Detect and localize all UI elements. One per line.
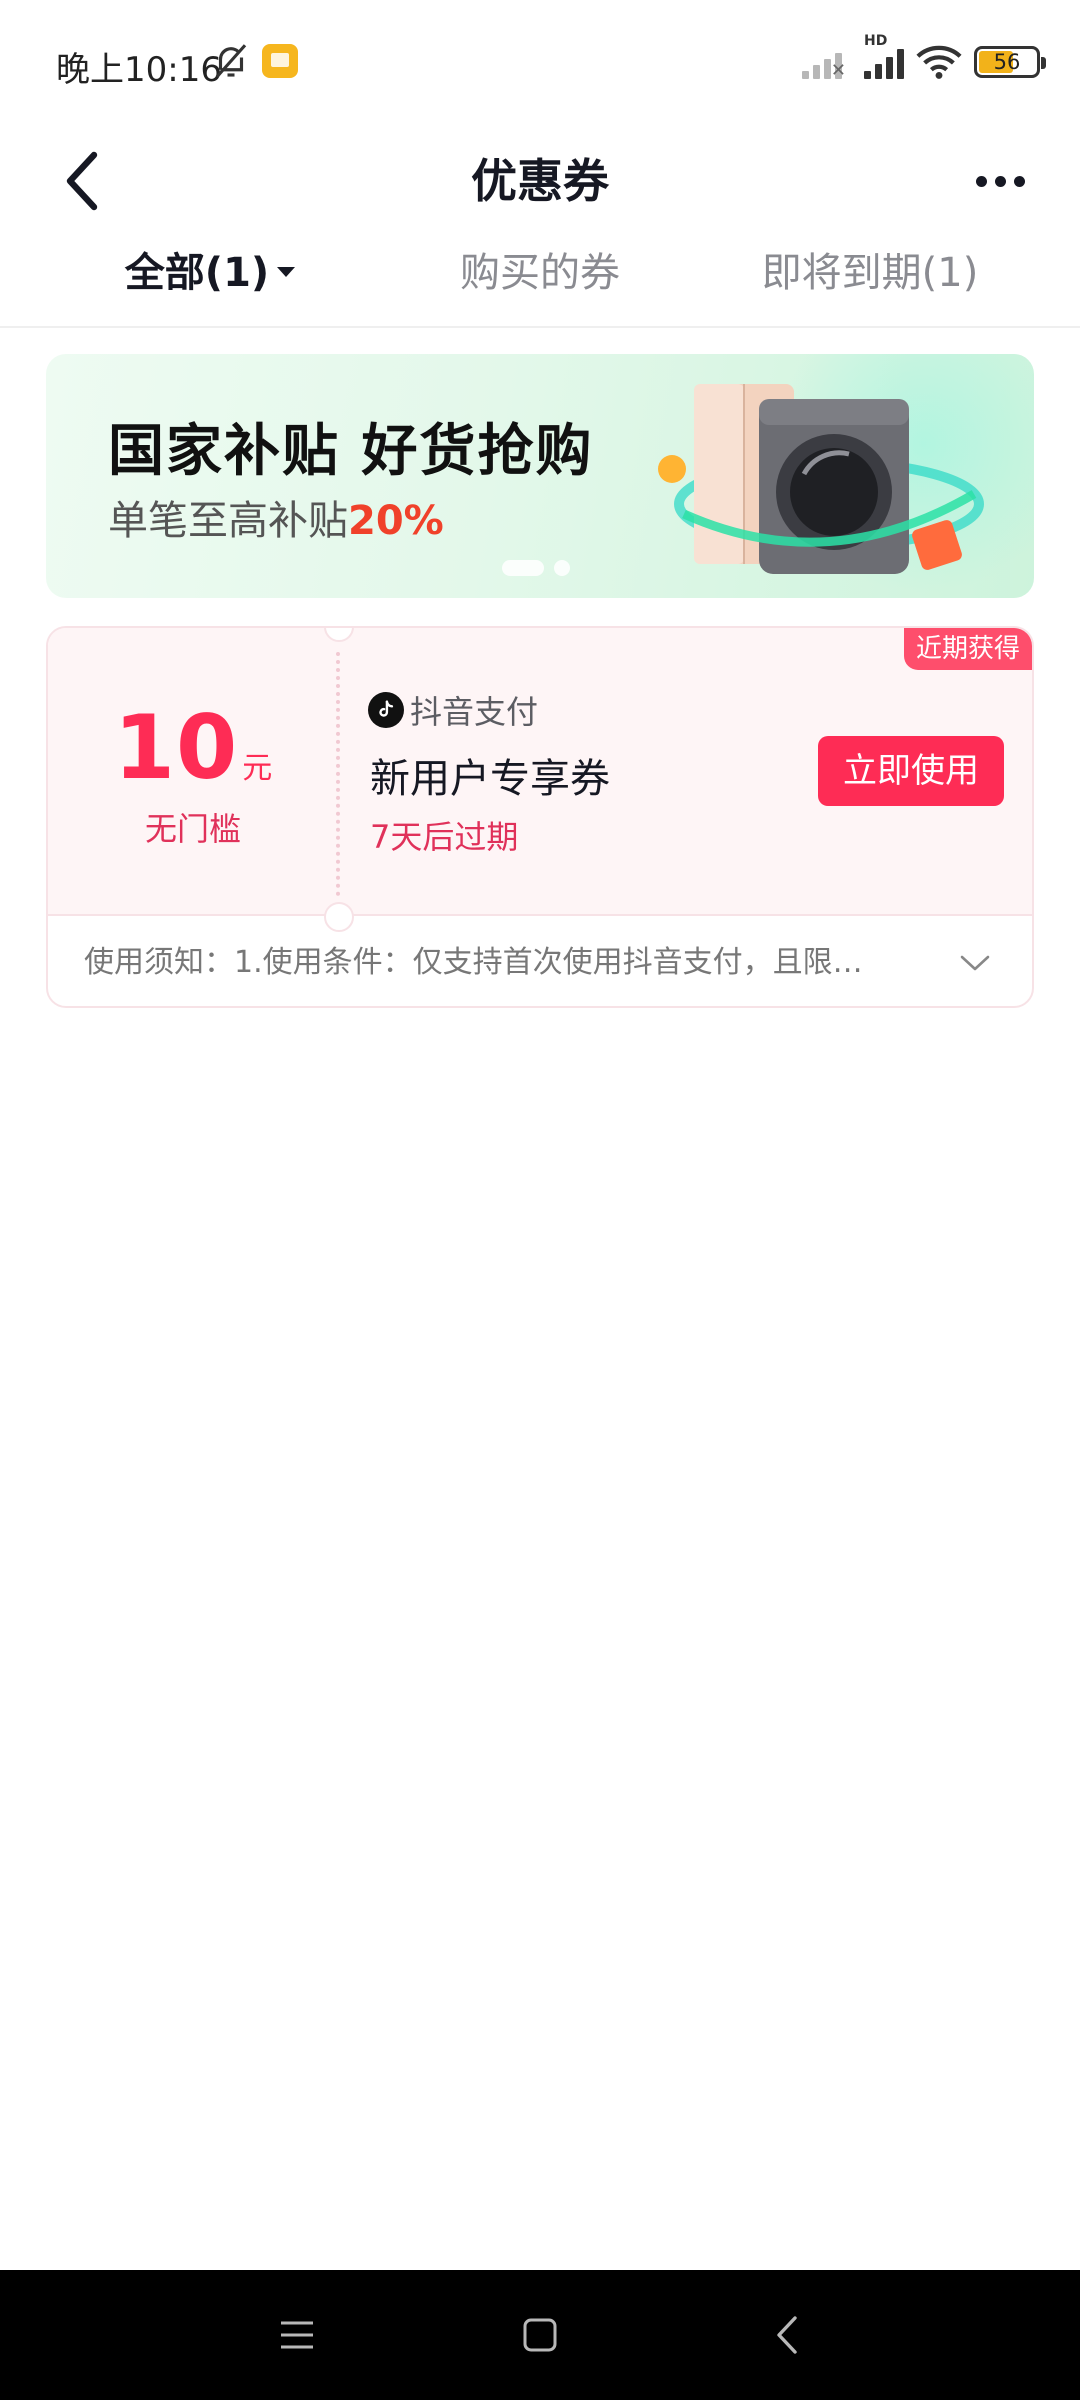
wifi-icon [916, 45, 962, 79]
coupon-card: 10 元 无门槛 近期获得 抖音支付 新用户专享券 7天后过期 立即使用 使用须知… [46, 626, 1034, 1008]
appliances-illustration [658, 384, 984, 574]
caret-down-icon [277, 267, 296, 277]
system-navigation-bar [0, 2270, 1080, 2400]
coupon-unit: 元 [242, 751, 273, 786]
coupon-issuer: 抖音支付 [368, 690, 539, 731]
tab-expiring-soon[interactable]: 即将到期(1) [720, 238, 1020, 326]
battery-icon: 56 [974, 46, 1046, 78]
banner-pager [502, 560, 570, 576]
signal-sim2-off-icon: ✕ [802, 45, 846, 81]
battery-level: 56 [993, 50, 1021, 74]
expand-notice-button[interactable] [948, 936, 1002, 990]
home-square-icon [523, 2318, 557, 2352]
status-indicators: ✕ HD 56 [802, 33, 1046, 84]
signal-icon: HD [864, 33, 904, 79]
banner-subtitle: 单笔至高补贴20% [108, 498, 444, 544]
pager-dot [554, 560, 570, 576]
more-dots-icon [975, 175, 987, 187]
coupon-amount: 10 [113, 696, 239, 799]
status-bar: 晚上10:16 ✕ HD 56 [0, 0, 1080, 124]
recently-received-badge: 近期获得 [903, 628, 1032, 670]
coupon-expiry: 7天后过期 [370, 818, 519, 856]
promo-banner[interactable]: 国家补贴 好货抢购 单笔至高补贴20% [46, 354, 1034, 598]
more-options-button[interactable] [960, 124, 1040, 238]
back-triangle-icon [777, 2316, 797, 2354]
notes-app-icon [262, 44, 298, 78]
coupon-threshold: 无门槛 [144, 810, 241, 848]
banner-highlight: 20% [348, 498, 444, 544]
page-title: 优惠券 [471, 154, 609, 208]
issuer-name: 抖音支付 [410, 693, 539, 731]
coupon-name: 新用户专享券 [370, 756, 610, 802]
bell-muted-icon [215, 44, 247, 78]
home-button[interactable] [505, 2300, 575, 2370]
pager-dot-active [502, 560, 544, 576]
tab-bought[interactable]: 购买的券 [390, 238, 690, 326]
coupon-perforation [336, 652, 340, 896]
menu-icon [281, 2321, 313, 2349]
coupon-tabs: 全部(1) 购买的券 即将到期(1) [0, 238, 1080, 328]
tab-all-label: 全部(1) [124, 250, 270, 296]
use-now-button[interactable]: 立即使用 [818, 736, 1004, 806]
network-type-label: HD [864, 33, 888, 49]
banner-title: 国家补贴 好货抢购 [108, 419, 594, 484]
system-back-button[interactable] [752, 2300, 822, 2370]
tab-all[interactable]: 全部(1) [60, 238, 360, 326]
status-time: 晚上10:16 [56, 50, 222, 90]
recents-button[interactable] [262, 2300, 332, 2370]
tiktok-icon [368, 692, 404, 728]
coupon-amount-line: 10 元 [48, 696, 338, 799]
nav-bar: 优惠券 [0, 124, 1080, 238]
tab-expiring-label: 即将到期(1) [761, 250, 979, 296]
coupon-body: 10 元 无门槛 近期获得 抖音支付 新用户专享券 7天后过期 立即使用 [48, 628, 1032, 916]
coupon-value-stub: 10 元 无门槛 [48, 628, 338, 916]
chevron-down-icon [960, 955, 990, 971]
usage-notice: 使用须知：1.使用条件：仅支持首次使用抖音支付，且限… [84, 945, 863, 980]
tab-bought-label: 购买的券 [460, 250, 620, 296]
